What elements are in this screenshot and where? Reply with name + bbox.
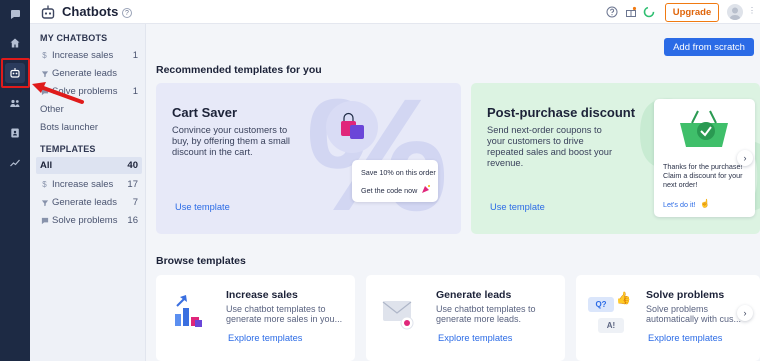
sales-chart-icon (175, 295, 202, 327)
sidebar-item-label: All (40, 160, 53, 171)
cart-saver-preview-bubble: Save 10% on this order Get the code now (352, 160, 438, 202)
browse-title: Solve problems (646, 289, 725, 301)
hand-icon: ☝ (700, 199, 710, 208)
sidebar-item-label: Increase sales (52, 50, 114, 61)
explore-templates-link[interactable]: Explore templates (228, 333, 302, 343)
basket-icon (680, 110, 728, 147)
browse-heading: Browse templates (156, 255, 246, 267)
contacts-icon[interactable] (5, 93, 25, 113)
add-from-scratch-button[interactable]: Add from scratch (664, 38, 754, 56)
browse-card-increase-sales[interactable]: Increase sales Use chatbot templates to … (156, 275, 355, 361)
help-icon[interactable]: ? (122, 8, 132, 18)
funnel-icon (40, 198, 49, 207)
template-card-post-purchase[interactable]: % Post-purchase discount Send next-order… (471, 83, 760, 234)
home-icon[interactable] (5, 33, 25, 53)
dollar-icon: $ (42, 51, 47, 60)
use-template-link[interactable]: Use template (175, 202, 230, 212)
carousel-next-icon[interactable]: › (737, 150, 753, 166)
sidebar-item-label: Solve problems (52, 215, 118, 226)
party-popper-icon (422, 185, 430, 193)
top-bar: Chatbots ? Upgrade ⋮ (30, 0, 760, 24)
page-title: Chatbots (62, 4, 119, 19)
sidebar-item-count: 7 (132, 197, 138, 208)
browse-title: Increase sales (226, 289, 298, 301)
sidebar-item-count: 1 (132, 86, 138, 97)
sidebar: MY CHATBOTS $ Increase sales 1 Generate … (30, 0, 146, 361)
bag-illustration (326, 101, 378, 153)
answer-bubble: A! (598, 318, 624, 333)
browse-card-solve-problems[interactable]: Q? A! 👍 Solve problems Solve problems au… (576, 275, 760, 361)
chat-icon (40, 216, 49, 225)
upgrade-button[interactable]: Upgrade (665, 3, 719, 22)
my-chatbots-heading: MY CHATBOTS (40, 33, 108, 43)
address-book-icon[interactable] (5, 123, 25, 143)
funnel-icon (40, 69, 49, 78)
sidebar-item-label: Increase sales (52, 179, 114, 190)
account-menu-icon[interactable]: ⋮ (748, 6, 756, 15)
analytics-icon[interactable] (5, 153, 25, 173)
avatar[interactable] (727, 4, 743, 20)
help-circle-icon[interactable] (606, 6, 618, 18)
recommended-heading: Recommended templates for you (156, 64, 322, 76)
gift-icon[interactable] (625, 6, 637, 18)
sidebar-item-templates-solve-problems[interactable]: Solve problems 16 (36, 212, 142, 229)
template-card-cart-saver[interactable]: % Cart Saver Convince your customers to … (156, 83, 461, 234)
status-ring-icon[interactable] (643, 6, 655, 18)
sidebar-item-count: 40 (127, 160, 138, 171)
sidebar-item-increase-sales[interactable]: $ Increase sales 1 (36, 47, 142, 64)
chatbot-logo-icon (41, 5, 55, 19)
dollar-icon: $ (42, 180, 47, 189)
browse-title: Generate leads (436, 289, 512, 301)
sidebar-item-count: 1 (132, 50, 138, 61)
sidebar-item-label: Bots launcher (40, 122, 99, 133)
sidebar-item-count: 17 (127, 179, 138, 190)
sidebar-item-label: Generate leads (52, 68, 117, 79)
bubble-text: Thanks for the purchase! Claim a discoun… (663, 162, 743, 189)
bubble-text: Get the code now (361, 186, 418, 195)
browse-description: Use chatbot templates to generate more l… (436, 304, 536, 324)
sidebar-item-count: 16 (127, 215, 138, 226)
sidebar-item-templates-generate-leads[interactable]: Generate leads 7 (36, 194, 142, 211)
browse-next-icon[interactable]: › (737, 305, 753, 321)
thumbs-up-icon: 👍 (616, 291, 631, 305)
bubble-text: Save 10% on this order (361, 168, 436, 177)
question-bubble: Q? (588, 297, 614, 312)
sidebar-item-all[interactable]: All 40 (36, 157, 142, 174)
explore-templates-link[interactable]: Explore templates (648, 333, 722, 343)
template-description: Send next-order coupons to your customer… (487, 125, 613, 168)
explore-templates-link[interactable]: Explore templates (438, 333, 512, 343)
templates-heading: TEMPLATES (40, 144, 96, 154)
shopping-bag-icon (341, 112, 364, 139)
template-description: Convince your customers to buy, by offer… (172, 125, 290, 157)
bubble-cta-link: Let's do it! (663, 200, 696, 209)
use-template-link[interactable]: Use template (490, 202, 545, 212)
sidebar-item-bots-launcher[interactable]: Bots launcher (36, 119, 142, 136)
browse-description: Use chatbot templates to generate more s… (226, 304, 343, 324)
highlight-box (1, 58, 30, 88)
icon-rail (0, 0, 30, 361)
sidebar-item-templates-increase-sales[interactable]: $ Increase sales 17 (36, 176, 142, 193)
sidebar-item-label: Generate leads (52, 197, 117, 208)
chat-icon[interactable] (5, 4, 25, 24)
envelope-icon (382, 301, 414, 330)
template-title: Post-purchase discount (487, 105, 636, 120)
browse-card-generate-leads[interactable]: Generate leads Use chatbot templates to … (366, 275, 565, 361)
template-title: Cart Saver (172, 105, 238, 120)
annotation-arrow (32, 82, 84, 104)
